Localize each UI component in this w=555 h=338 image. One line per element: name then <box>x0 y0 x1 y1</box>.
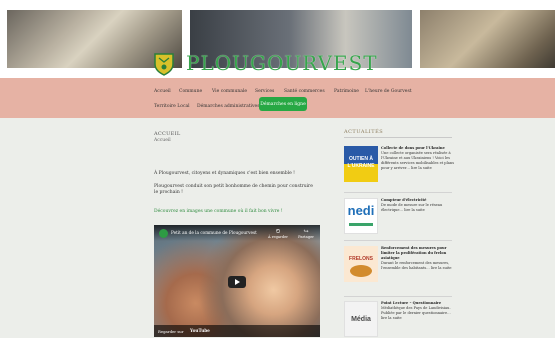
watch-on-label[interactable]: Regarder sur <box>158 329 184 334</box>
news-text: Compteur d'électricité De mode de mesure… <box>381 198 456 213</box>
nav-item-commune[interactable]: Commune <box>179 89 202 94</box>
frelon-thumbnail-text: FRELONS <box>349 256 373 262</box>
nedi-accent-bar <box>349 223 373 226</box>
ukraine-thumbnail-text: OUTIEN À L'UKRAINE <box>347 156 375 169</box>
breadcrumb[interactable]: Accueil <box>154 138 171 143</box>
nav-item-territoire-local[interactable]: Territoire Local <box>154 104 190 109</box>
news-text: Renforcement des mesures pour limiter la… <box>381 246 456 271</box>
news-excerpt: De mode de mesure sur le réseau électriq… <box>381 203 443 212</box>
nav-item-accueil[interactable]: Accueil <box>154 89 171 94</box>
news-excerpt: Durant le renforcement des mesures, l'en… <box>381 261 452 270</box>
news-divider <box>344 296 452 297</box>
video-invite-text: Découvrez en images une commune où il fa… <box>154 209 283 214</box>
news-thumbnail[interactable]: FRELONS <box>344 246 378 282</box>
news-excerpt: Une collecte organisée sera réalisée à l… <box>381 151 455 170</box>
news-thumbnail[interactable]: nedi <box>344 198 378 234</box>
header-photo-right <box>420 10 555 68</box>
page-title: ACCUEIL <box>154 131 181 137</box>
share-icon: ↪ <box>303 228 309 235</box>
news-thumbnail[interactable]: Média <box>344 301 378 337</box>
watch-later-button[interactable]: ⏲ À regarder <box>267 228 289 239</box>
video-title[interactable]: Petit an de la commune de Plougourvest <box>171 230 266 235</box>
video-bottom-bar: Regarder sur YouTube <box>154 325 320 337</box>
play-button[interactable] <box>228 276 246 288</box>
demarches-en-ligne-button[interactable]: Démarches en ligne <box>259 97 307 111</box>
nav-item-demarches-administratives[interactable]: Démarches administratives <box>197 104 260 109</box>
intro-paragraph: Plougourvest conduit son petit bonhomme … <box>154 184 313 195</box>
nav-item-sante-commerces[interactable]: Santé commerces <box>284 89 325 94</box>
news-section-title: ACTUALITÉS <box>344 129 384 135</box>
news-divider <box>344 240 452 241</box>
news-text: Point Lecture – Questionnaire Médiathèqu… <box>381 301 456 321</box>
news-divider <box>344 192 452 193</box>
nav-item-vie-communale[interactable]: Vie communale <box>212 89 247 94</box>
clock-icon: ⏲ <box>275 228 281 235</box>
news-excerpt: Médiathèque des Pays de Landivisiau. Pub… <box>381 306 451 320</box>
site-header: PLOUGOURVEST <box>0 0 555 78</box>
play-icon <box>235 279 240 285</box>
news-text: Collecte de dons pour l'Ukraine Une coll… <box>381 146 456 171</box>
frelon-illustration <box>350 265 372 277</box>
intro-heading: À Plougourvest, citoyens et dynamiques c… <box>154 171 295 176</box>
news-title[interactable]: Renforcement des mesures pour limiter la… <box>381 246 456 261</box>
nedi-thumbnail-text: nedi <box>347 203 375 218</box>
nav-item-patrimoine[interactable]: Patrimoine <box>334 89 359 94</box>
mediatheque-thumbnail-text: Média <box>351 316 371 323</box>
news-thumbnail[interactable]: OUTIEN À L'UKRAINE <box>344 146 378 182</box>
site-title[interactable]: PLOUGOURVEST <box>186 52 378 74</box>
news-title-divider <box>344 137 452 138</box>
channel-avatar[interactable] <box>159 229 168 238</box>
share-label: Partager <box>298 235 314 239</box>
share-button[interactable]: ↪ Partager <box>295 228 317 239</box>
nav-item-lheure-de-gourvest[interactable]: L'heure de Gourvest <box>365 89 412 94</box>
watch-later-label: À regarder <box>268 235 288 239</box>
nav-item-services[interactable]: Services <box>255 89 274 94</box>
municipal-crest-icon[interactable] <box>153 52 175 76</box>
youtube-logo[interactable]: YouTube <box>190 328 210 333</box>
